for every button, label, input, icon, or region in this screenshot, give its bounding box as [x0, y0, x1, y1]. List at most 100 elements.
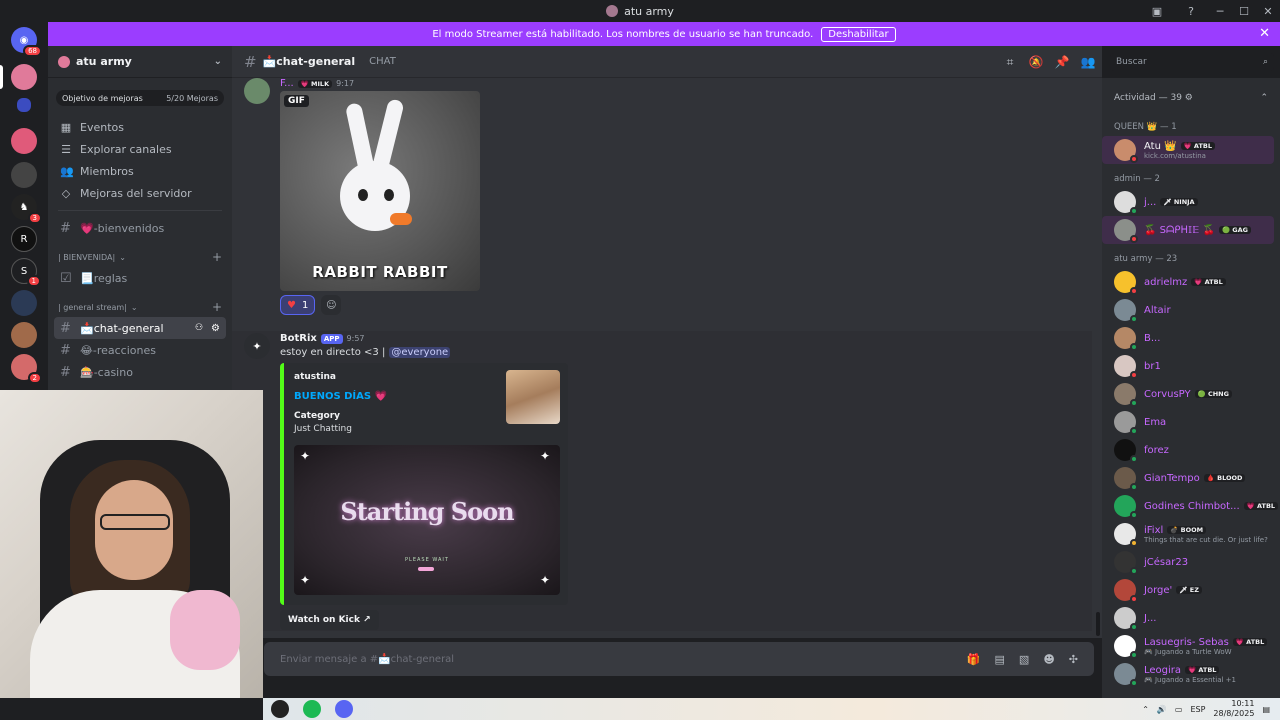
help-icon[interactable]: ? — [1183, 3, 1199, 19]
member-item[interactable]: j... 🗡 NINJA — [1102, 188, 1280, 216]
member-item[interactable]: adrielmz 💗 ATBL — [1102, 268, 1280, 296]
embed-field-name: Category — [294, 411, 341, 421]
member-list-icon[interactable]: 👥 — [1080, 54, 1096, 70]
embed-image[interactable]: ✦ ✦ ✦ ✦ Starting Soon PLEASE WAIT — [294, 445, 560, 595]
channel-reglas[interactable]: ☑ 📃reglas — [48, 267, 232, 289]
maximize-button[interactable]: ☐ — [1232, 0, 1256, 22]
emoji-icon[interactable]: ☻ — [1043, 653, 1054, 666]
folder-icon[interactable] — [17, 98, 31, 112]
gif-attachment[interactable]: GIF RABBIT RABBIT — [280, 91, 480, 291]
volume-icon[interactable]: 🔊 — [1157, 705, 1167, 714]
member-text: Atu 👑 💗 ATBL kick.com/atustina — [1144, 141, 1215, 160]
nav-events[interactable]: ▦ Eventos — [48, 116, 232, 138]
boost-goal[interactable]: Objetivo de mejoras 5/20 Mejoras — [56, 90, 224, 106]
member-item[interactable]: forez — [1102, 436, 1280, 464]
invite-icon[interactable]: ⚇ — [195, 323, 203, 333]
server-icon-2[interactable] — [11, 128, 37, 154]
gear-icon[interactable]: ⚙ — [211, 323, 220, 334]
embed-author[interactable]: atustina — [294, 372, 336, 382]
language-indicator[interactable]: ESP — [1190, 705, 1205, 714]
member-row: GianTempo 🩸 BLOOD — [1144, 473, 1246, 484]
category-bienvenida[interactable]: | BIENVENIDA| ⌄ + — [48, 247, 232, 267]
home-button[interactable]: ◉ 68 — [11, 27, 42, 57]
search-input[interactable]: Buscar ⌕ — [1110, 53, 1274, 71]
member-item[interactable]: 🍒 Sᗩᑭᕼ𝕀𝔼 🍒 🟢 GAG — [1102, 216, 1274, 244]
calendar-icon: ▦ — [60, 120, 72, 134]
taskbar-app-icon[interactable] — [271, 700, 289, 718]
boost-icon: ◇ — [61, 186, 71, 200]
notifications-icon[interactable]: 🔕 — [1028, 54, 1044, 70]
member-item[interactable]: Jorge' 🗡 EZ — [1102, 576, 1280, 604]
member-item[interactable]: Godines Chimbot... 💗 ATBL — [1102, 492, 1280, 520]
message-header: F... 💗 MILK 9:17 — [280, 78, 354, 89]
pin-icon[interactable]: 📌 — [1054, 54, 1070, 70]
server-icon-9[interactable]: 2 — [11, 354, 42, 384]
nav-server-boosts[interactable]: ◇ Mejoras del servidor — [48, 182, 232, 204]
timestamp: 9:17 — [336, 79, 355, 88]
channel-bienvenidos[interactable]: # 💗-bienvenidos — [48, 217, 232, 239]
activity-header[interactable]: Actividad — 39 ⚙ ⌃ — [1102, 78, 1280, 118]
bot-avatar[interactable]: ✦ — [244, 333, 270, 359]
channel-reacciones[interactable]: # 😂-reacciones — [48, 339, 232, 361]
member-item[interactable]: J... — [1102, 604, 1280, 632]
apps-icon[interactable]: ✣ — [1069, 653, 1078, 666]
member-item[interactable]: Altair — [1102, 296, 1280, 324]
channel-chat-general[interactable]: # 📩chat-general ⚇ ⚙ — [54, 317, 226, 339]
member-item[interactable]: iFixl 💣 BOOM Things that are cut die. Or j… — [1102, 520, 1280, 548]
channel-casino[interactable]: # 🎰-casino — [48, 361, 232, 383]
watch-on-kick-button[interactable]: Watch on Kick ↗ — [280, 610, 379, 630]
member-item[interactable]: CorvusPY 🟢 CHNG — [1102, 380, 1280, 408]
member-item[interactable]: Atu 👑 💗 ATBL kick.com/atustina — [1102, 136, 1274, 164]
member-item[interactable]: Leogira 💗 ATBL 🎮 Jugando a Essential +1 — [1102, 660, 1280, 688]
author-name[interactable]: F... — [280, 78, 294, 89]
member-item[interactable]: Ema — [1102, 408, 1280, 436]
add-reaction-icon[interactable]: ☺ — [321, 295, 342, 315]
server-icon-5[interactable]: R — [11, 226, 37, 252]
member-item[interactable]: br1 — [1102, 352, 1280, 380]
threads-icon[interactable]: ⌗ — [1002, 54, 1018, 70]
spotify-icon[interactable] — [303, 700, 321, 718]
member-name: 🍒 Sᗩᑭᕼ𝕀𝔼 🍒 — [1144, 224, 1215, 236]
search-icon: ⌕ — [1262, 57, 1268, 67]
nav-members[interactable]: 👥 Miembros — [48, 160, 232, 182]
close-banner-icon[interactable]: ✕ — [1259, 26, 1270, 41]
heart-reaction[interactable]: ♥ 1 — [280, 295, 316, 315]
notification-icon[interactable]: ▤ — [1262, 705, 1270, 714]
nav-browse-channels[interactable]: ☰ Explorar canales — [48, 138, 232, 160]
member-item[interactable]: Lasuegris- Sebas 💗 ATBL 🎮 Jugando a Turtle… — [1102, 632, 1280, 660]
guild-header[interactable]: atu army ⌄ — [48, 46, 232, 78]
inbox-icon[interactable]: ▣ — [1149, 3, 1165, 19]
close-window-button[interactable]: ✕ — [1256, 0, 1280, 22]
server-atu-army[interactable] — [11, 64, 37, 90]
embed-thumbnail[interactable] — [506, 370, 560, 424]
tray-chevron-icon[interactable]: ⌃ — [1142, 705, 1149, 714]
add-channel-icon[interactable]: + — [212, 300, 222, 314]
discord-taskbar-icon[interactable] — [335, 700, 353, 718]
network-icon[interactable]: ▭ — [1175, 705, 1183, 714]
gift-icon[interactable]: 🎁 — [967, 653, 981, 666]
everyone-mention[interactable]: @everyone — [389, 347, 451, 358]
member-tag: 🟢 GAG — [1218, 226, 1251, 234]
avatar[interactable] — [244, 78, 270, 104]
member-row: CorvusPY 🟢 CHNG — [1144, 389, 1232, 400]
message-composer[interactable]: Enviar mensaje a #📩chat-general 🎁 ▤ ▧ ☻ … — [264, 642, 1094, 676]
server-icon-3[interactable] — [11, 162, 37, 188]
server-icon-4[interactable]: ♞ 3 — [11, 194, 42, 224]
member-item[interactable]: jCésar23 — [1102, 548, 1280, 576]
category-general-stream[interactable]: | general stream| ⌄ + — [48, 297, 232, 317]
channel-label: 📩chat-general — [80, 321, 164, 335]
gif-icon[interactable]: ▤ — [995, 653, 1005, 666]
minimize-button[interactable]: ─ — [1208, 0, 1232, 22]
clock[interactable]: 10:11 28/8/2025 — [1213, 699, 1254, 719]
member-item[interactable]: B... — [1102, 324, 1280, 352]
server-icon-6[interactable]: S1 — [11, 258, 41, 287]
add-channel-icon[interactable]: + — [212, 250, 222, 264]
author-name[interactable]: BotRix — [280, 333, 317, 344]
member-item[interactable]: GianTempo 🩸 BLOOD — [1102, 464, 1280, 492]
sticker-icon[interactable]: ▧ — [1019, 653, 1029, 666]
server-icon-7[interactable] — [11, 290, 37, 316]
scrollbar[interactable] — [1096, 612, 1100, 636]
embed-title[interactable]: BUENOS DÍAS 💗 — [294, 391, 387, 402]
disable-streamer-button[interactable]: Deshabilitar — [821, 26, 896, 42]
server-icon-8[interactable] — [11, 322, 37, 348]
